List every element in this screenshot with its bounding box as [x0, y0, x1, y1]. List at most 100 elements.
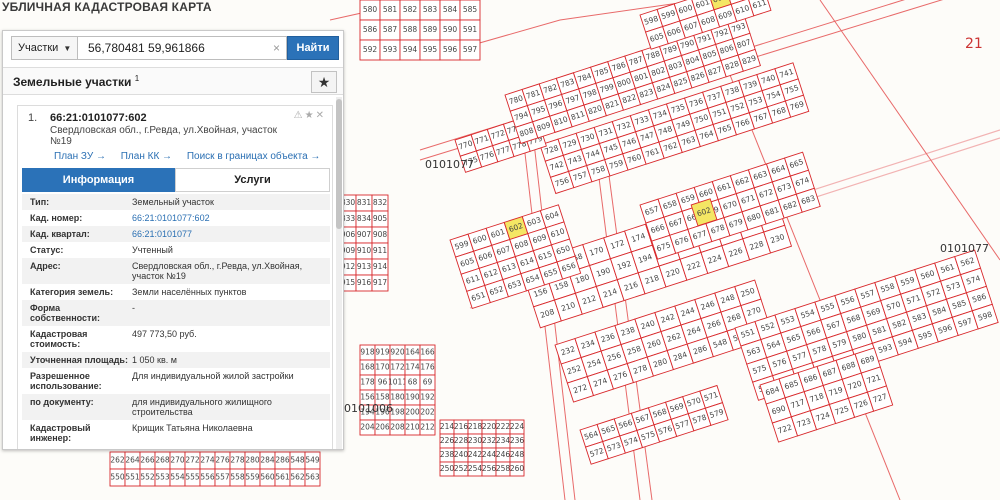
plot-label: 180: [390, 393, 405, 402]
attribute-value: Земли населённых пунктов: [132, 287, 247, 297]
attribute-value: 1 050 кв. м: [132, 355, 177, 365]
plot-label: 553: [155, 473, 170, 482]
plot-block: 214 216 218 220 222 224226 228 230 232 234 236238 2…: [439, 419, 525, 477]
plot-label: 270: [170, 456, 185, 465]
plot-label: 595: [423, 45, 438, 54]
plot-label: 166: [420, 348, 435, 357]
plot-label: 252: [454, 464, 469, 473]
attribute-row: Кадастровый инженер: Крищик Татьяна Никол…: [22, 420, 330, 446]
plot-label: 562: [290, 473, 305, 482]
result-links: План ЗУ → План КК → Поиск в границах объ…: [54, 151, 332, 162]
search-bar: Участки ▼ 56,780481 59,961866 × Найти: [11, 36, 339, 60]
plot-label: 96: [378, 378, 388, 387]
star-icon[interactable]: ★: [311, 71, 337, 93]
plot-label: 554: [170, 473, 185, 482]
plot-label: 174: [405, 363, 420, 372]
plot-label: 190: [405, 393, 420, 402]
attribute-row: Кад. квартал: 66:21:0101077: [22, 226, 330, 242]
plot-label: 907: [357, 230, 372, 239]
search-input[interactable]: 56,780481 59,961866 ×: [77, 36, 287, 60]
plot-label: 584: [443, 5, 458, 14]
quarter-label: 0101006: [344, 402, 393, 415]
plot-label: 593: [383, 45, 398, 54]
plot-label: 590: [443, 25, 458, 34]
plot-label: 242: [468, 450, 483, 459]
cadastral-map-app: 164166 168170172174176 17896101168 69 156158…: [0, 0, 1000, 500]
plot-label: 69: [423, 378, 433, 387]
attribute-value[interactable]: 66:21:0101077: [132, 229, 330, 239]
plot-label: 563: [305, 473, 320, 482]
result-cadastral-id[interactable]: 66:21:0101077:602: [50, 112, 147, 124]
attribute-key: Кадастровый инженер:: [30, 423, 91, 443]
plot-label: 168: [360, 363, 375, 372]
attribute-value: Для индивидуальной жилой застройки: [132, 371, 294, 381]
close-icon[interactable]: ✕: [316, 110, 326, 121]
plot-label: 238: [440, 450, 455, 459]
plot-label: 594: [403, 45, 418, 54]
attribute-row: Уточненная площадь: 1 050 кв. м: [22, 352, 330, 368]
plot-label: 164: [405, 348, 420, 357]
plot-label: 246: [496, 450, 511, 459]
star-icon[interactable]: ★: [305, 110, 316, 121]
plot-block: 262 264 266 268 270 272 274 276 278 280 284 286 548 5…: [109, 451, 321, 487]
attribute-row: Тип: Земельный участок: [22, 194, 330, 210]
attribute-key: Кад. номер:: [30, 213, 83, 223]
plot-label: 212: [420, 423, 435, 432]
plot-label: 214: [440, 422, 455, 431]
attribute-row: Статус: Учтенный: [22, 242, 330, 258]
plot-block: 564 565 566 567 568 569 570 571572 573 574 575 576 5…: [579, 384, 729, 465]
plot-label: 220: [482, 422, 497, 431]
plan-zu-link[interactable]: План ЗУ →: [54, 151, 106, 162]
plot-label: 208: [390, 423, 405, 432]
plot-label: 918: [360, 348, 375, 357]
attribute-value[interactable]: 66:21:0101077:602: [132, 213, 330, 223]
plot-label: 222: [496, 422, 511, 431]
result-card: 1. 66:21:0101077:602 Свердловская обл., …: [17, 105, 333, 449]
search-button[interactable]: Найти: [287, 36, 339, 60]
plot-label: 559: [245, 473, 260, 482]
plot-label: 560: [260, 473, 275, 482]
plot-label: 278: [230, 456, 245, 465]
scrollbar-thumb[interactable]: [336, 99, 342, 229]
plot-label: 557: [215, 473, 230, 482]
plot-label: 266: [140, 456, 155, 465]
plot-label: 248: [510, 450, 525, 459]
plot-label: 226: [440, 436, 455, 445]
attribute-key: Кад. квартал:: [30, 229, 90, 239]
page-title: УБЛИЧНАЯ КАДАСТРОВАЯ КАРТА: [2, 0, 212, 14]
plot-label: 262: [110, 456, 125, 465]
plot-block: 830 831 832833 834 905906 907 908909 910 911912 9…: [339, 194, 389, 292]
section-title: Земельные участки 1: [13, 74, 140, 89]
plot-label: 908: [373, 230, 388, 239]
tab-services[interactable]: Услуги: [175, 168, 330, 192]
scrollbar[interactable]: [336, 97, 342, 449]
plot-label: 911: [373, 246, 388, 255]
warning-icon[interactable]: ⚠: [294, 110, 305, 121]
attribute-value: Земельный участок: [132, 197, 214, 207]
plot-label: 268: [155, 456, 170, 465]
plot-label: 236: [510, 436, 525, 445]
plot-label: 244: [482, 450, 497, 459]
plot-label: 549: [305, 456, 320, 465]
chevron-down-icon: ▼: [63, 43, 72, 53]
tab-information[interactable]: Информация: [22, 168, 175, 192]
plot-label: 905: [373, 214, 388, 223]
search-in-bounds-link[interactable]: Поиск в границах объекта →: [187, 151, 321, 162]
plot-label: 286: [275, 456, 290, 465]
plot-label: 210: [405, 423, 420, 432]
plot-label: 176: [420, 363, 435, 372]
search-type-dropdown[interactable]: Участки ▼: [11, 36, 77, 60]
close-icon[interactable]: ×: [273, 37, 280, 59]
plot-label: 581: [383, 5, 398, 14]
plan-kk-link[interactable]: План КК →: [121, 151, 172, 162]
result-action-icons: ⚠★✕: [294, 110, 326, 121]
plot-label: 589: [423, 25, 438, 34]
plot-label: 555: [185, 473, 200, 482]
plot-label: 224: [510, 422, 525, 431]
plot-block: 918 919 920 164 166168 170 172 174 176178 96 1011 6…: [359, 344, 436, 436]
plot-label: 591: [463, 25, 478, 34]
plot-label: 200: [405, 408, 420, 417]
plot-label: 910: [357, 246, 372, 255]
plot-label: 585: [463, 5, 478, 14]
result-address: Свердловская обл., г.Ревда, ул.Хвойная, …: [50, 125, 278, 147]
